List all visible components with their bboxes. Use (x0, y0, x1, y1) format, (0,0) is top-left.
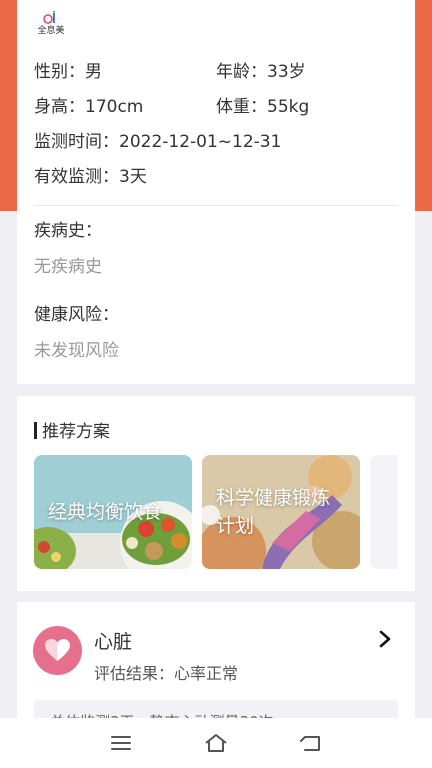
plan-item-exercise[interactable]: 科学健康锻炼 计划 (202, 455, 360, 569)
health-risk-label: 健康风险： (34, 305, 119, 325)
plan-item-exercise-label-1: 科学健康锻炼 (216, 487, 331, 509)
gender-text: 性别：男 (34, 62, 102, 82)
exercise-image (202, 455, 360, 569)
system-nav-bar (0, 718, 432, 768)
logo-icon (43, 11, 55, 24)
logo-text: 全息美 (37, 26, 65, 36)
section-marker (34, 422, 37, 439)
disease-history-label: 疾病史： (34, 221, 102, 241)
home-icon[interactable] (204, 732, 228, 754)
app-logo: 全息美 (36, 11, 66, 37)
heart-badge (33, 626, 82, 675)
divider (34, 205, 398, 206)
heart-title: 心脏 (94, 631, 133, 653)
heart-icon (45, 639, 70, 661)
menu-icon[interactable] (109, 732, 133, 754)
profile-card (17, 0, 415, 384)
heart-result: 评估结果：心率正常 (94, 664, 239, 683)
plan-title: 推荐方案 (42, 422, 110, 442)
monitor-period-text: 监测时间：2022-12-01~12-31 (34, 132, 282, 152)
chevron-right-icon[interactable] (377, 630, 393, 648)
age-text: 年龄：33岁 (216, 62, 306, 82)
plan-item-diet[interactable]: 经典均衡饮食 (34, 455, 192, 569)
health-risk-value: 未发现风险 (34, 341, 119, 361)
plan-item-diet-label: 经典均衡饮食 (48, 501, 163, 523)
weight-text: 体重：55kg (216, 97, 310, 117)
height-text: 身高：170cm (34, 97, 144, 117)
disease-history-value: 无疾病史 (34, 257, 102, 277)
back-icon[interactable] (299, 732, 323, 754)
valid-days-text: 有效监测：3天 (34, 167, 147, 187)
plan-item-exercise-label-2: 计划 (216, 515, 255, 537)
plan-item-next[interactable] (370, 455, 398, 569)
